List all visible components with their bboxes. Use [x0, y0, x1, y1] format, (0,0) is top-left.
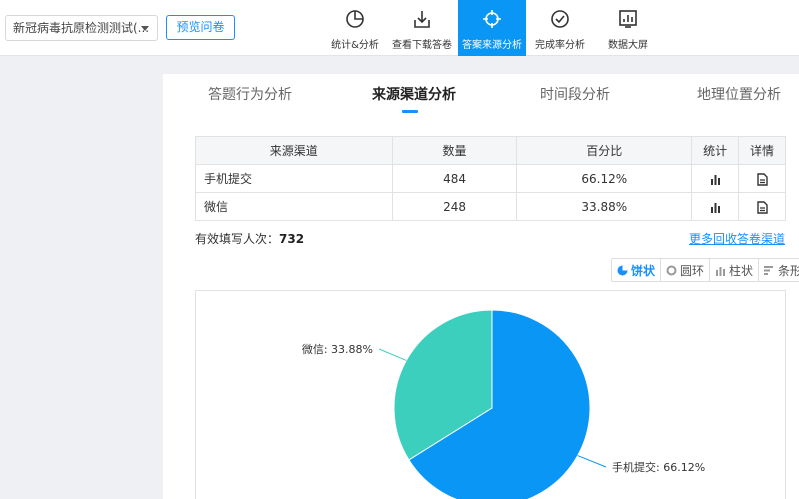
tab-source-channel[interactable]: 来源渠道分析 [372, 84, 456, 104]
col-header-count: 数量 [391, 136, 518, 165]
main-content: 答题行为分析 来源渠道分析 时间段分析 地理位置分析 来源渠道 数量 百分比 统… [163, 74, 799, 499]
col-header-channel: 来源渠道 [195, 136, 393, 165]
nav-label: 数据大屏 [608, 40, 648, 51]
chart-type-label: 条形 [778, 263, 799, 278]
active-tab-indicator [402, 110, 418, 113]
nav-source-analysis[interactable]: 答案来源分析 [458, 0, 526, 56]
nav-label: 答案来源分析 [462, 40, 522, 51]
cell-detail [738, 192, 786, 221]
cell-channel: 微信 [195, 192, 393, 221]
check-circle-icon [551, 10, 569, 28]
pie-label: 手机提交: 66.12% [612, 460, 705, 474]
document-icon[interactable] [756, 172, 768, 186]
column-chart-icon [716, 266, 726, 276]
more-channels-link[interactable]: 更多回收答卷渠道 [689, 230, 785, 247]
chart-type-pie[interactable]: 饼状 [612, 259, 661, 281]
valid-responses-label: 有效填写人次： [195, 232, 280, 246]
nav-view-download[interactable]: 查看下载答卷 [386, 0, 458, 56]
dashboard-icon [619, 10, 637, 28]
chart-type-label: 饼状 [631, 263, 656, 278]
tab-time-period[interactable]: 时间段分析 [540, 84, 610, 104]
source-table: 来源渠道 数量 百分比 统计 详情 手机提交 484 66.12% 微信 248… [195, 136, 786, 221]
tab-geo-location[interactable]: 地理位置分析 [697, 84, 781, 104]
cell-count: 484 [391, 164, 518, 193]
bar-chart-icon[interactable] [710, 174, 721, 185]
pie-leader-line [577, 455, 607, 468]
chart-type-donut[interactable]: 圆环 [660, 259, 710, 281]
cell-stats [691, 192, 740, 221]
cell-percent: 33.88% [516, 192, 693, 221]
sidebar [0, 57, 163, 499]
pie-icon [617, 265, 628, 275]
cell-channel: 手机提交 [195, 164, 393, 193]
nav-label: 查看下载答卷 [392, 40, 452, 51]
top-bar: 新冠病毒抗原检测测试(... 预览问卷 统计&分析 查看下载答卷 答案来源分析 [0, 0, 799, 56]
cell-count: 248 [391, 192, 518, 221]
valid-responses-summary: 有效填写人次：732 [195, 230, 304, 247]
table-row: 手机提交 484 66.12% [195, 164, 786, 193]
download-icon [414, 11, 430, 28]
donut-icon [666, 265, 677, 275]
chart-type-switch: 饼状 圆环 柱状 条形 [611, 258, 799, 282]
crosshair-icon [483, 10, 501, 28]
preview-survey-button[interactable]: 预览问卷 [166, 15, 235, 40]
pie-chart-icon [346, 10, 364, 28]
pie-leader-line [378, 348, 407, 361]
nav-data-screen[interactable]: 数据大屏 [594, 0, 662, 56]
col-header-stats: 统计 [691, 136, 740, 165]
chart-type-bar[interactable]: 条形 [758, 259, 799, 281]
top-nav: 统计&分析 查看下载答卷 答案来源分析 完成率分析 数据大屏 [324, 0, 662, 56]
chart-type-label: 圆环 [680, 263, 705, 278]
col-header-percent: 百分比 [516, 136, 693, 165]
nav-label: 完成率分析 [535, 40, 585, 51]
analysis-tabs: 答题行为分析 来源渠道分析 时间段分析 地理位置分析 [163, 74, 799, 114]
nav-completion-rate[interactable]: 完成率分析 [526, 0, 594, 56]
nav-label: 统计&分析 [331, 40, 379, 51]
bar-chart-icon[interactable] [710, 202, 721, 213]
chevron-down-icon [141, 26, 149, 31]
survey-title: 新冠病毒抗原检测测试(... [13, 21, 150, 35]
pie-label: 微信: 33.88% [302, 342, 373, 356]
tab-answer-behavior[interactable]: 答题行为分析 [208, 84, 292, 104]
chart-area: 手机提交: 66.12% 微信: 33.88% [195, 290, 786, 499]
table-row: 微信 248 33.88% [195, 192, 786, 221]
cell-stats [691, 164, 740, 193]
chart-type-label: 柱状 [729, 263, 754, 278]
document-icon[interactable] [756, 200, 768, 214]
cell-detail [738, 164, 786, 193]
survey-select[interactable]: 新冠病毒抗原检测测试(... [5, 15, 158, 41]
nav-stats-analysis[interactable]: 统计&分析 [324, 0, 386, 56]
col-header-detail: 详情 [738, 136, 786, 165]
valid-responses-value: 732 [279, 232, 305, 246]
pie-chart: 手机提交: 66.12% 微信: 33.88% [302, 309, 705, 499]
chart-type-column[interactable]: 柱状 [709, 259, 759, 281]
cell-percent: 66.12% [516, 164, 693, 193]
bar-chart-horizontal-icon [764, 265, 774, 275]
